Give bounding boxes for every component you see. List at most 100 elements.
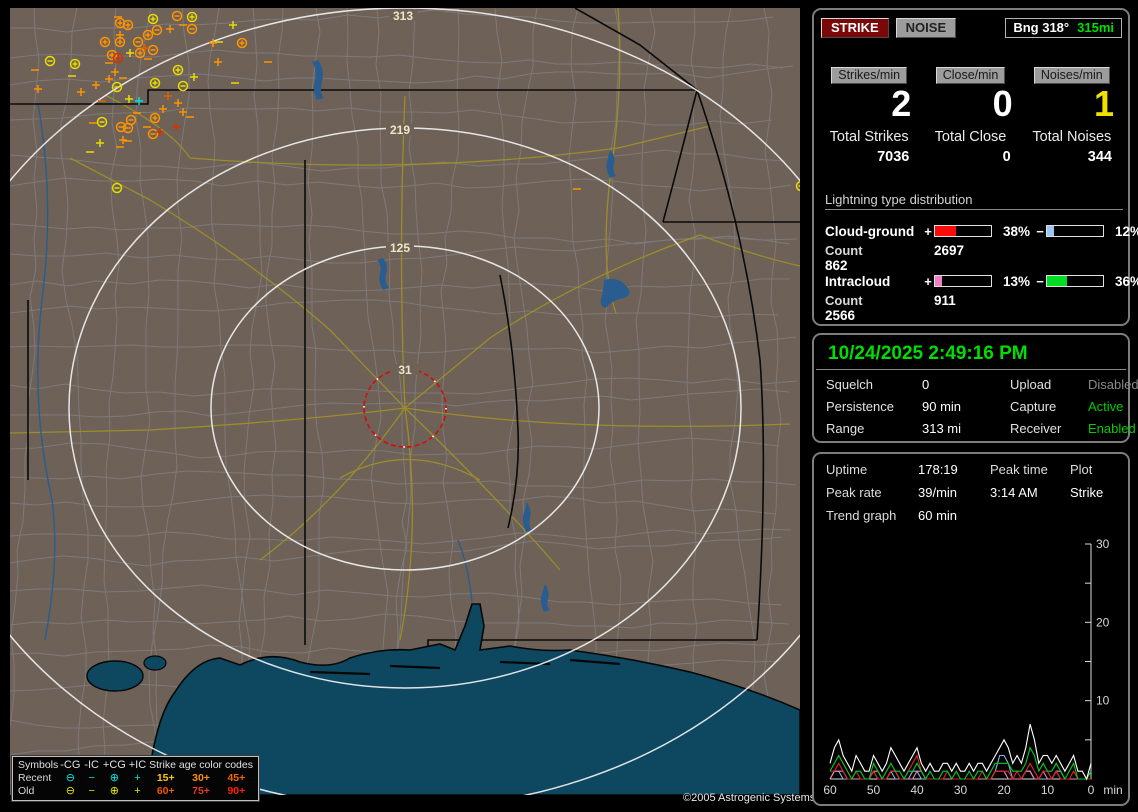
trend-x-tick: 0 (1088, 783, 1095, 797)
counter-column: Noises/min (1022, 67, 1122, 84)
total-value: 7036 (877, 149, 910, 165)
distribution-title: Lightning type distribution (825, 192, 1123, 210)
status-row: Persistence 90 min Capture Active (814, 399, 1128, 414)
minus-sign: − (1036, 273, 1044, 289)
status-panel: 10/24/2025 2:49:16 PM Squelch 0 Upload Disa… (812, 333, 1138, 443)
rate-button-2[interactable]: Noises/min (1033, 67, 1110, 84)
positive-bar (934, 275, 992, 287)
session-row: Peak rate 39/min 3:14 AM Strike (814, 485, 1128, 500)
session-cell: Strike (1070, 485, 1104, 500)
negative-percent: 12% (1114, 223, 1138, 239)
legend-col-1: -IC (84, 759, 99, 771)
rate-value: 0 (992, 83, 1013, 124)
distribution-type-label: Cloud-ground (825, 223, 915, 239)
distribution-count-row: Count 911 2566 (825, 293, 1123, 323)
counter-column: 1 (1022, 84, 1122, 124)
legend-row-label: Old (18, 784, 35, 797)
legend-age-code: 75+ (192, 784, 210, 797)
trend-x-tick: 40 (910, 783, 924, 797)
ring-label: 125 (390, 241, 410, 255)
legend-col-0: -CG (60, 759, 81, 771)
status-label: Upload (1010, 377, 1052, 392)
total-value: 0 (1002, 149, 1011, 165)
positive-count: 911 (934, 293, 956, 308)
positive-bar (934, 225, 992, 237)
legend-symbol-glyph: ⊖ (65, 785, 75, 797)
bearing-distance: 315mi (1077, 20, 1114, 35)
session-label: Peak rate (826, 485, 882, 500)
negative-count: 2566 (825, 308, 856, 323)
session-value: 178:19 (918, 462, 958, 477)
session-label: Trend graph (826, 508, 897, 523)
trend-x-tick: 30 (954, 783, 968, 797)
plus-sign: + (924, 223, 932, 239)
status-label: Capture (1010, 399, 1057, 414)
bearing-readout: Bng 318° 315mi (1005, 18, 1122, 38)
symbol-legend: Symbols -CG -IC +CG +IC Strike age color code… (11, 755, 260, 802)
count-label: Count (825, 243, 863, 258)
legend-age-code: 60+ (156, 784, 175, 797)
trend-series-cg-negative (829, 754, 1092, 780)
map-canvas[interactable]: 313 219 125 31 (10, 8, 800, 795)
legend-col-2: +CG (102, 759, 126, 771)
rate-value: 1 (1093, 83, 1114, 124)
ring-label: 31 (398, 363, 412, 377)
distribution-type-label: Intracloud (825, 273, 891, 289)
rate-button-0[interactable]: Strikes/min (831, 67, 908, 84)
counter-column: 2 (819, 84, 919, 124)
session-cell (990, 508, 1070, 523)
legend-symbol-glyph: + (134, 771, 141, 784)
total-label: Total Close (934, 129, 1007, 145)
legend-symbol-glyph: ⊕ (109, 772, 119, 784)
session-row: Uptime 178:19 Peak time Plot (814, 462, 1128, 477)
positive-percent: 13% (1002, 273, 1030, 289)
copyright-text: ©2005 Astrogenic Systems (683, 792, 816, 804)
bearing-value: Bng 318° (1013, 20, 1070, 35)
total-label: Total Strikes (829, 129, 909, 145)
counter-column: Total Strikes (819, 124, 919, 145)
count-label: Count (825, 293, 863, 308)
ring-label: 313 (393, 9, 413, 23)
trend-y-tick: 20 (1096, 615, 1110, 629)
counter-column: Total Close (920, 124, 1020, 145)
total-value: 344 (1087, 149, 1112, 165)
trend-x-tick: 20 (997, 783, 1011, 797)
counter-column: 344 (1022, 145, 1122, 165)
legend-col-3: +IC (128, 759, 147, 771)
legend-symbol-glyph: + (134, 784, 141, 797)
legend-row-label: Recent (18, 771, 52, 784)
legend-age-code: 30+ (192, 771, 210, 784)
counter-column: 0 (920, 145, 1020, 165)
trend-x-unit: min (1103, 783, 1122, 797)
legend-age-code: 15+ (156, 771, 175, 784)
status-row: Range 313 mi Receiver Enabled (814, 421, 1136, 436)
status-label: Receiver (1010, 421, 1062, 436)
plus-sign: + (924, 273, 932, 289)
negative-bar (1046, 225, 1104, 237)
status-row: Squelch 0 Upload Disabled (814, 377, 1138, 392)
rate-button-1[interactable]: Close/min (935, 67, 1006, 84)
status-value: Disabled (1088, 377, 1138, 392)
rate-value: 2 (891, 83, 912, 124)
trend-x-tick: 10 (1041, 783, 1055, 797)
distribution-count-row: Count 2697 862 (825, 243, 1123, 273)
legend-age-header: Strike age color codes (149, 759, 253, 771)
status-value: Enabled (1088, 421, 1136, 436)
status-label: Persistence (826, 399, 894, 414)
strike-mode-button[interactable]: STRIKE (821, 18, 889, 38)
counter-column: Total Noises (1022, 124, 1122, 145)
session-cell: Peak time (990, 462, 1048, 477)
legend-age-code: 90+ (227, 784, 246, 797)
session-cell: 3:14 AM (990, 485, 1038, 500)
minus-sign: − (1036, 223, 1044, 239)
datetime-display: 10/24/2025 2:49:16 PM (816, 335, 1126, 370)
negative-percent: 36% (1114, 273, 1138, 289)
total-label: Total Noises (1032, 129, 1112, 145)
status-value: 313 mi (922, 421, 962, 436)
trend-series-cg-positive (830, 754, 1091, 781)
noise-mode-button[interactable]: NOISE (895, 18, 957, 38)
trend-y-tick: 10 (1096, 694, 1110, 708)
app-window: 313 219 125 31 ©2005 Astrogenic Systems Sym… (0, 0, 1138, 812)
status-label: Range (826, 421, 865, 436)
legend-symbol-glyph: − (88, 784, 95, 797)
